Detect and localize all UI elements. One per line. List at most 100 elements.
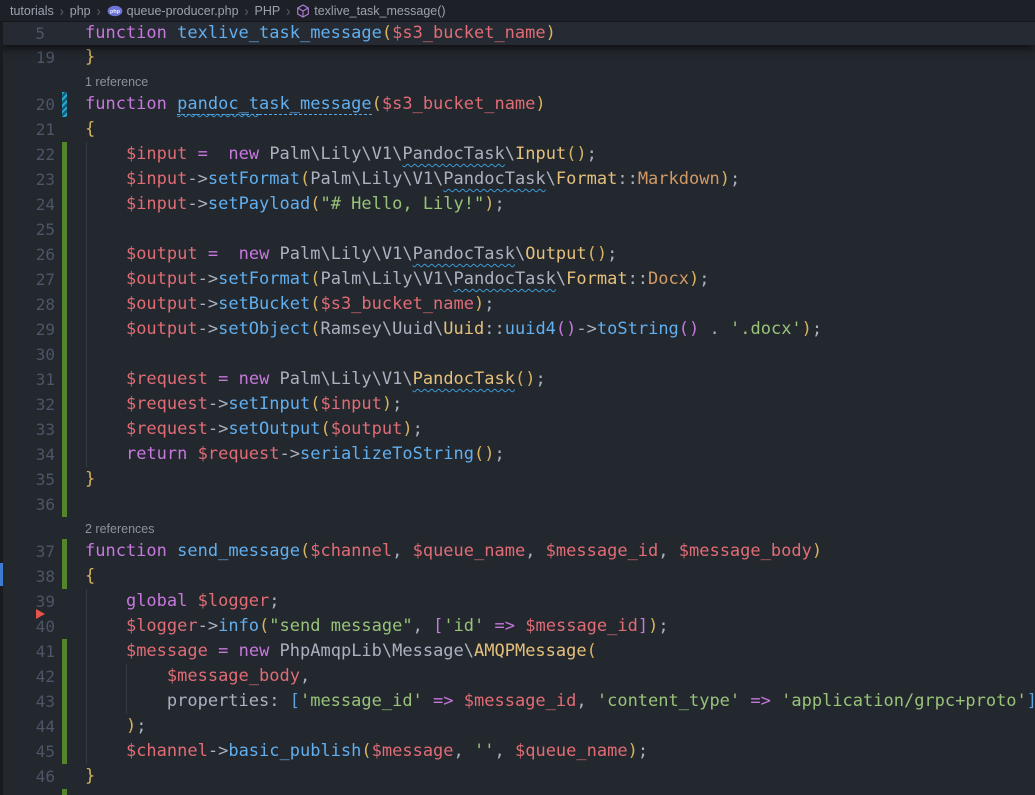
code-line[interactable]: 42 $message_body, <box>0 664 1035 689</box>
code-line[interactable]: 44 ); <box>0 714 1035 739</box>
breadcrumb-separator: › <box>245 2 249 20</box>
line-number[interactable]: 41 <box>0 639 55 664</box>
breadcrumb-item[interactable]: texlive_task_message() <box>296 4 445 18</box>
code-token: pandoc_t <box>177 94 259 115</box>
code-token <box>85 444 126 464</box>
breadcrumb-item[interactable]: PHP <box>255 4 281 18</box>
line-number[interactable]: 23 <box>0 167 55 192</box>
editor-left-edge <box>0 22 3 795</box>
line-number[interactable]: 47 <box>0 789 55 795</box>
code-line[interactable]: 47 <box>0 789 1035 795</box>
line-number[interactable]: 31 <box>0 367 55 392</box>
code-token: ( <box>372 94 382 114</box>
code-line[interactable]: 19} <box>0 45 1035 70</box>
code-line[interactable]: 39 global $logger; <box>0 589 1035 614</box>
line-number[interactable]: 42 <box>0 664 55 689</box>
code-line[interactable]: 37function send_message($channel, $queue… <box>0 539 1035 564</box>
code-line[interactable]: 38{ <box>0 564 1035 589</box>
line-number[interactable]: 28 <box>0 292 55 317</box>
line-number[interactable]: 38 <box>0 564 55 589</box>
code-line[interactable]: 24 $input->setPayload("# Hello, Lily!"); <box>0 192 1035 217</box>
code-token: \ <box>546 169 556 189</box>
code-token <box>85 591 126 611</box>
code-line[interactable]: 28 $output->setBucket($s3_bucket_name); <box>0 292 1035 317</box>
code-token: -> <box>198 319 218 339</box>
line-number[interactable]: 24 <box>0 192 55 217</box>
code-token: => <box>750 691 770 711</box>
code-line[interactable]: 34 return $request->serializeToString(); <box>0 442 1035 467</box>
code-token: $queue_name <box>413 541 526 561</box>
code-line[interactable]: 22 $input = new Palm\Lily\V1\PandocTask\… <box>0 142 1035 167</box>
line-number[interactable]: 36 <box>0 492 55 517</box>
code-line[interactable]: 23 $input->setFormat(Palm\Lily\V1\Pandoc… <box>0 167 1035 192</box>
code-line[interactable]: 25 <box>0 217 1035 242</box>
line-number[interactable]: 27 <box>0 267 55 292</box>
code-line[interactable]: 33 $request->setOutput($output); <box>0 417 1035 442</box>
code-line[interactable]: 26 $output = new Palm\Lily\V1\PandocTask… <box>0 242 1035 267</box>
code-token <box>85 169 126 189</box>
diff-added-marker <box>62 217 67 242</box>
line-number[interactable]: 26 <box>0 242 55 267</box>
line-number[interactable]: 20 <box>0 92 55 117</box>
code-line[interactable]: 31 $request = new Palm\Lily\V1\PandocTas… <box>0 367 1035 392</box>
line-number[interactable]: 34 <box>0 442 55 467</box>
code-line[interactable]: 46} <box>0 764 1035 789</box>
code-token: \ <box>515 244 525 264</box>
code-line[interactable]: 36 <box>0 492 1035 517</box>
code-line[interactable]: 43 properties: ['message_id' => $message… <box>0 689 1035 714</box>
diff-modified-marker <box>62 92 67 117</box>
diff-added-marker <box>62 789 67 795</box>
code-line[interactable]: 35} <box>0 467 1035 492</box>
code-token <box>187 144 197 164</box>
code-line[interactable]: 45 $channel->basic_publish($message, '',… <box>0 739 1035 764</box>
code-line[interactable]: 21{ <box>0 117 1035 142</box>
breadcrumb-item[interactable]: phpqueue-producer.php <box>107 4 239 18</box>
code-token: ( <box>310 394 320 414</box>
code-line[interactable]: 29 $output->setObject(Ramsey\Uuid\Uuid::… <box>0 317 1035 342</box>
code-token: Ramsey\Uuid\ <box>320 319 443 339</box>
code-token: ( <box>515 369 525 389</box>
code-text: $request = new Palm\Lily\V1\PandocTask()… <box>85 367 546 392</box>
line-number[interactable]: 39 <box>0 589 55 614</box>
line-number[interactable]: 25 <box>0 217 55 242</box>
code-line[interactable]: 5function texlive_task_message($s3_bucke… <box>0 22 1035 45</box>
code-token: :: <box>628 269 648 289</box>
code-token <box>208 144 228 164</box>
codelens-references-link[interactable]: 2 references <box>85 522 154 536</box>
line-number[interactable]: 22 <box>0 142 55 167</box>
codelens-references-link[interactable]: 1 reference <box>85 75 148 89</box>
breadcrumb-item[interactable]: php <box>70 4 91 18</box>
code-line[interactable]: 27 $output->setFormat(Palm\Lily\V1\Pando… <box>0 267 1035 292</box>
code-line[interactable]: 30 <box>0 342 1035 367</box>
code-line[interactable]: 40 $logger->info("send message", ['id' =… <box>0 614 1035 639</box>
line-number[interactable]: 30 <box>0 342 55 367</box>
code-token <box>85 369 126 389</box>
line-number[interactable]: 37 <box>0 539 55 564</box>
code-token: -> <box>208 741 228 761</box>
line-number[interactable]: 29 <box>0 317 55 342</box>
breadcrumb-item[interactable]: tutorials <box>10 4 54 18</box>
code-token: $input <box>126 194 187 214</box>
code-token <box>167 94 177 114</box>
line-number[interactable]: 44 <box>0 714 55 739</box>
code-token: $message <box>126 641 208 661</box>
line-number[interactable]: 40 <box>0 614 55 639</box>
line-number[interactable]: 46 <box>0 764 55 789</box>
code-line[interactable]: 20function pandoc_task_message($s3_bucke… <box>0 92 1035 117</box>
code-token: ) <box>484 194 494 214</box>
code-text: $input->setFormat(Palm\Lily\V1\PandocTas… <box>85 167 740 192</box>
code-line[interactable]: 32 $request->setInput($input); <box>0 392 1035 417</box>
line-number[interactable]: 43 <box>0 689 55 714</box>
code-token: 'message_id' <box>300 691 423 711</box>
line-number[interactable]: 33 <box>0 417 55 442</box>
line-number[interactable]: 32 <box>0 392 55 417</box>
code-token: Palm\Lily\V1\ <box>310 169 443 189</box>
line-number[interactable]: 35 <box>0 467 55 492</box>
code-editor[interactable]: 19} 1 reference 20function pandoc_task_mes… <box>0 45 1035 795</box>
line-number[interactable]: 19 <box>0 45 55 70</box>
code-token: ) <box>474 294 484 314</box>
line-number[interactable]: 5 <box>0 22 45 45</box>
line-number[interactable]: 21 <box>0 117 55 142</box>
code-line[interactable]: 41 $message = new PhpAmqpLib\Message\AMQ… <box>0 639 1035 664</box>
line-number[interactable]: 45 <box>0 739 55 764</box>
